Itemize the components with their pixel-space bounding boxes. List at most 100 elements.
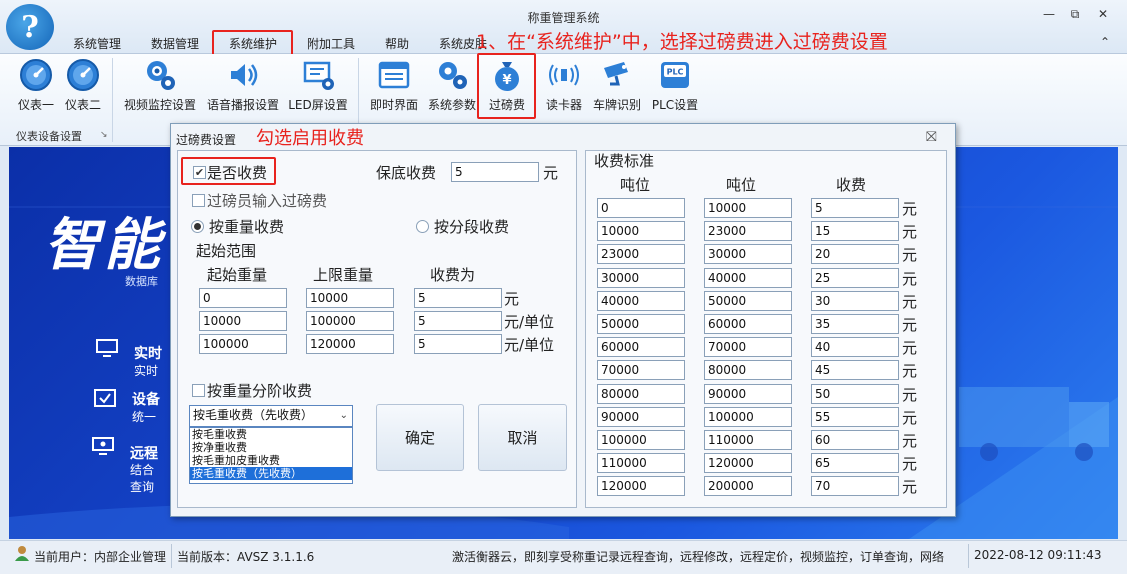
standard-from-input[interactable]: 100000 bbox=[597, 430, 685, 450]
status-separator bbox=[968, 544, 969, 568]
standard-to-input[interactable]: 90000 bbox=[704, 383, 792, 404]
standard-fee-unit: 元 bbox=[902, 478, 918, 497]
plate-recognition-label: 车牌识别 bbox=[592, 98, 641, 112]
standard-from-input[interactable]: 80000 bbox=[597, 383, 685, 404]
range-limit-input[interactable]: 10000 bbox=[306, 288, 394, 308]
standard-fee-input[interactable]: 65 bbox=[811, 453, 899, 474]
standard-from-input[interactable]: 30000 bbox=[597, 267, 685, 288]
standard-fee-input[interactable]: 30 bbox=[811, 290, 899, 311]
system-params-button[interactable]: 系统参数 bbox=[425, 58, 479, 118]
standard-fee-input[interactable]: 70 bbox=[811, 476, 899, 497]
range-limit-input[interactable]: 100000 bbox=[306, 311, 394, 331]
video-monitor-settings-button[interactable]: 视频监控设置 bbox=[120, 58, 200, 118]
maximize-button[interactable]: ⧉ bbox=[1064, 6, 1086, 22]
standard-from-input[interactable]: 110000 bbox=[597, 453, 685, 474]
dialog-close-icon[interactable]: ⛝ bbox=[926, 129, 937, 145]
mode-segment-label: 按分段收费 bbox=[434, 218, 510, 236]
fee-basis-select[interactable]: 按毛重收费（先收费） ⌄ bbox=[189, 405, 353, 427]
ribbon-collapse-icon[interactable]: ⌃ bbox=[1094, 34, 1116, 50]
range-start-input[interactable]: 10000 bbox=[199, 311, 287, 331]
standard-fee-unit: 元 bbox=[902, 292, 918, 311]
plate-recognition-button[interactable]: 车牌识别 bbox=[590, 58, 644, 118]
bg-item2-sub: 统一 bbox=[132, 410, 157, 424]
standard-fee-unit: 元 bbox=[902, 246, 918, 265]
standard-to-input[interactable]: 30000 bbox=[704, 244, 792, 265]
mode-segment-radio[interactable] bbox=[416, 220, 429, 233]
fee-basis-option[interactable]: 按毛重收费 bbox=[190, 428, 352, 441]
mode-weight-radio[interactable] bbox=[191, 220, 204, 233]
standard-fee-input[interactable]: 20 bbox=[811, 244, 899, 265]
tab-system-management[interactable]: 系统管理 bbox=[66, 35, 128, 53]
range-start-input[interactable]: 0 bbox=[199, 288, 287, 308]
standard-from-input[interactable]: 23000 bbox=[597, 244, 685, 265]
tab-data-management[interactable]: 数据管理 bbox=[144, 35, 206, 53]
plc-settings-button[interactable]: PLC PLC设置 bbox=[649, 58, 701, 118]
standard-fee-input[interactable]: 55 bbox=[811, 406, 899, 427]
standard-to-input[interactable]: 100000 bbox=[704, 406, 792, 427]
standard-to-input[interactable]: 10000 bbox=[704, 198, 792, 218]
tab-extra-tools[interactable]: 附加工具 bbox=[300, 35, 362, 53]
standard-to-input[interactable]: 60000 bbox=[704, 314, 792, 334]
chevron-down-icon: ⌄ bbox=[339, 410, 348, 421]
tab-help[interactable]: 帮助 bbox=[374, 35, 420, 53]
standard-fee-input[interactable]: 35 bbox=[811, 314, 899, 334]
instant-view-button[interactable]: 即时界面 bbox=[366, 58, 422, 118]
min-fee-input[interactable]: 5 bbox=[451, 162, 539, 182]
standard-fee-input[interactable]: 45 bbox=[811, 360, 899, 381]
range-header-limit: 上限重量 bbox=[313, 266, 374, 284]
meter1-label: 仪表一 bbox=[17, 98, 54, 112]
operator-input-checkbox[interactable] bbox=[192, 194, 205, 207]
standard-fee-input[interactable]: 50 bbox=[811, 383, 899, 404]
range-fee-input[interactable]: 5 bbox=[414, 311, 502, 331]
standard-to-input[interactable]: 80000 bbox=[704, 360, 792, 381]
range-fee-input[interactable]: 5 bbox=[414, 288, 502, 308]
standard-to-input[interactable]: 70000 bbox=[704, 337, 792, 358]
standard-from-input[interactable]: 70000 bbox=[597, 360, 685, 381]
range-limit-input[interactable]: 120000 bbox=[306, 334, 394, 354]
tiered-fee-checkbox[interactable] bbox=[192, 384, 205, 397]
range-start-input[interactable]: 100000 bbox=[199, 334, 287, 354]
standard-from-input[interactable]: 60000 bbox=[597, 337, 685, 358]
voice-broadcast-settings-label: 语音播报设置 bbox=[206, 98, 279, 112]
close-button[interactable]: ✕ bbox=[1092, 6, 1114, 22]
meter1-button[interactable]: 仪表一 bbox=[14, 58, 58, 118]
user-icon bbox=[14, 545, 30, 564]
confirm-button[interactable]: 确定 bbox=[376, 404, 464, 471]
standard-from-input[interactable]: 50000 bbox=[597, 314, 685, 334]
standard-fee-input[interactable]: 60 bbox=[811, 430, 899, 450]
range-fee-input[interactable]: 5 bbox=[414, 334, 502, 354]
fee-basis-option[interactable]: 按净重收费 bbox=[190, 441, 352, 454]
mode-weight-label: 按重量收费 bbox=[209, 218, 285, 236]
cancel-button[interactable]: 取消 bbox=[478, 404, 567, 471]
standard-to-input[interactable]: 110000 bbox=[704, 430, 792, 450]
system-params-label: 系统参数 bbox=[427, 98, 476, 112]
standard-to-input[interactable]: 200000 bbox=[704, 476, 792, 497]
standard-to-input[interactable]: 40000 bbox=[704, 267, 792, 288]
standard-fee-input[interactable]: 5 bbox=[811, 198, 899, 218]
standard-to-input[interactable]: 120000 bbox=[704, 453, 792, 474]
standard-fee-input[interactable]: 40 bbox=[811, 337, 899, 358]
card-reader-button[interactable]: 读卡器 bbox=[541, 58, 587, 118]
standard-fee-input[interactable]: 25 bbox=[811, 267, 899, 288]
standard-from-input[interactable]: 40000 bbox=[597, 290, 685, 311]
status-datetime: 2022-08-12 09:11:43 bbox=[974, 548, 1102, 562]
fee-basis-option[interactable]: 按毛重加皮重收费 bbox=[190, 454, 352, 467]
standard-from-input[interactable]: 0 bbox=[597, 198, 685, 218]
group-launcher-icon[interactable]: ↘ bbox=[100, 130, 108, 140]
standard-to-input[interactable]: 50000 bbox=[704, 290, 792, 311]
standard-from-input[interactable]: 10000 bbox=[597, 221, 685, 242]
led-screen-settings-button[interactable]: LED屏设置 bbox=[286, 58, 350, 118]
fee-basis-option[interactable]: 按毛重收费（先收费） bbox=[190, 467, 352, 480]
voice-broadcast-settings-button[interactable]: 语音播报设置 bbox=[203, 58, 283, 118]
standard-fee-unit: 元 bbox=[902, 385, 918, 404]
highlight-enable-fee bbox=[181, 157, 276, 185]
plc-icon: PLC bbox=[657, 58, 693, 92]
standard-fee-input[interactable]: 15 bbox=[811, 221, 899, 242]
standard-to-input[interactable]: 23000 bbox=[704, 221, 792, 242]
standard-from-input[interactable]: 120000 bbox=[597, 476, 685, 497]
minimize-button[interactable]: — bbox=[1038, 6, 1060, 22]
standard-from-input[interactable]: 90000 bbox=[597, 406, 685, 427]
status-separator bbox=[171, 544, 172, 568]
meter2-button[interactable]: 仪表二 bbox=[61, 58, 105, 118]
bg-item3-sub: 结合 bbox=[130, 463, 155, 477]
